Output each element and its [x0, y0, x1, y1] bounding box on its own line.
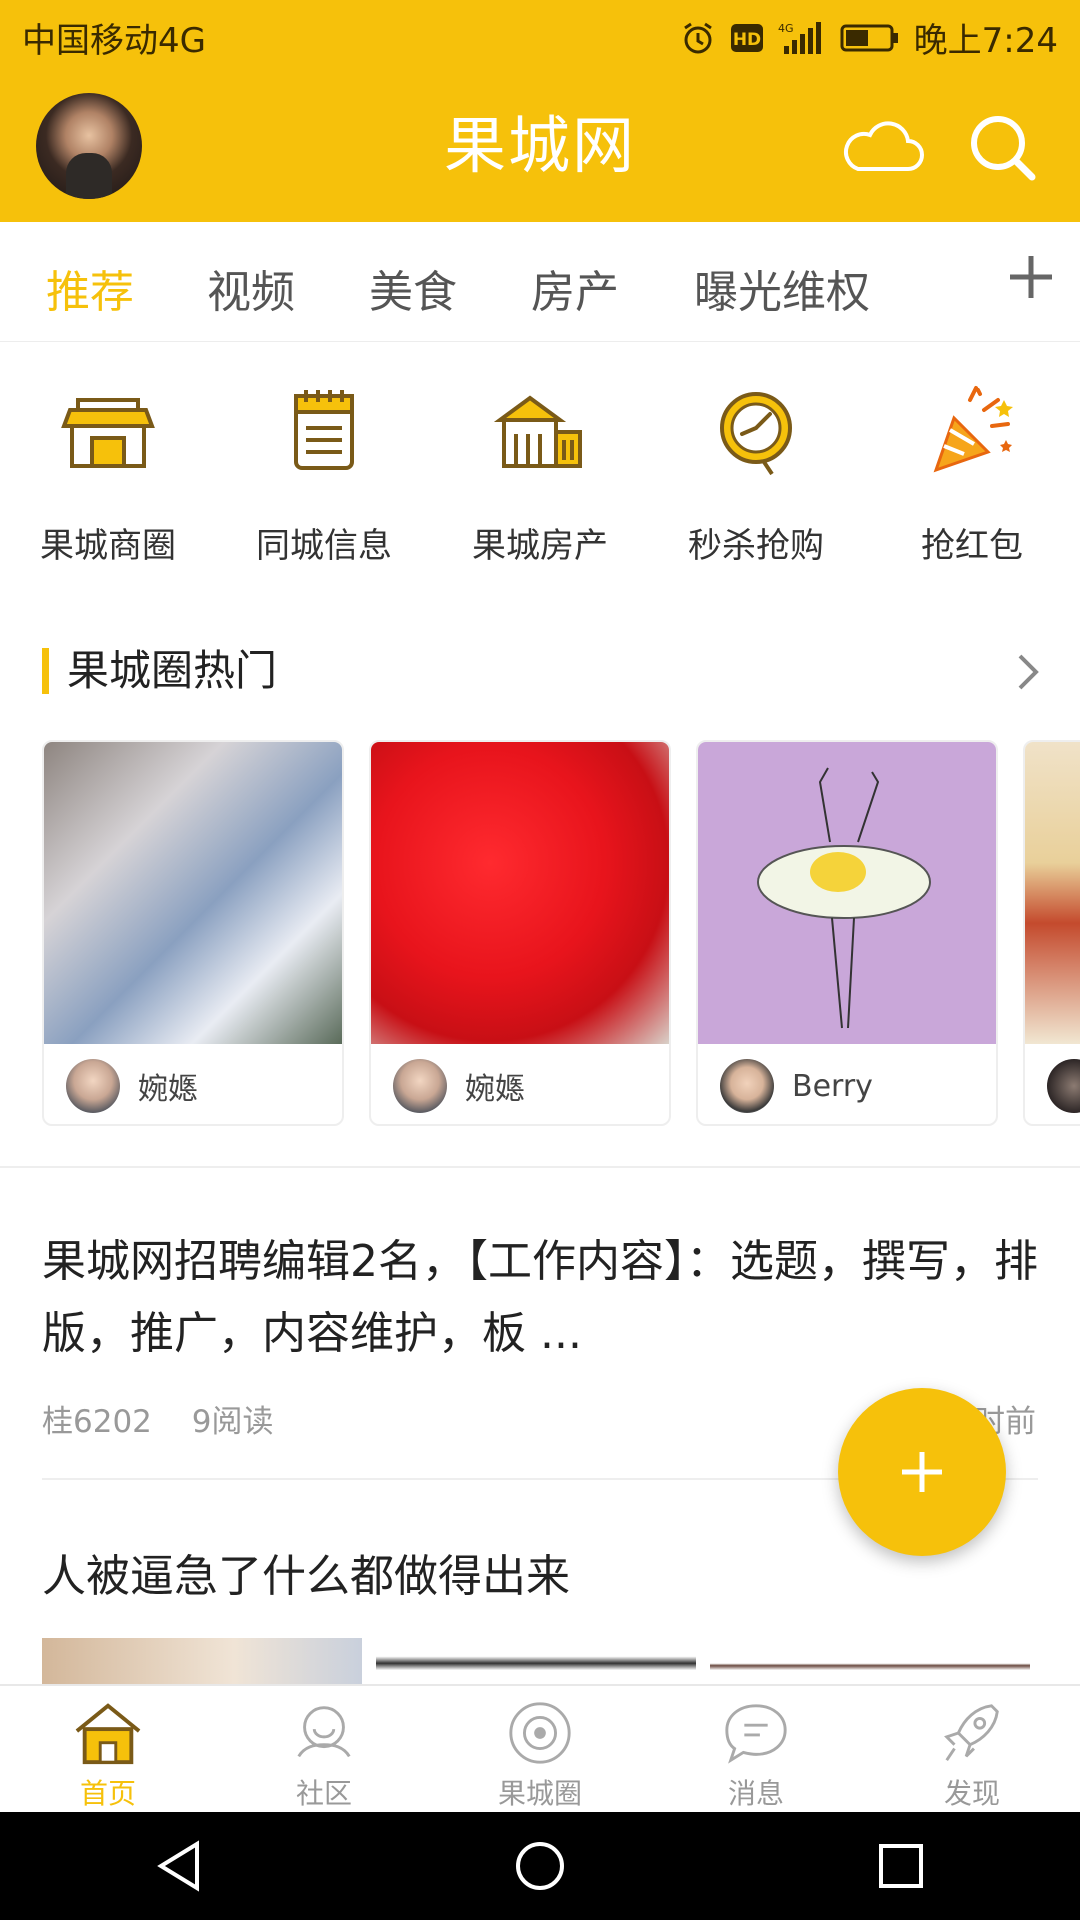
avatar: [1047, 1059, 1080, 1113]
nav-label: 果城圈: [497, 1777, 582, 1810]
hot-cards-carousel[interactable]: 婉嫕 婉嫕 Berry: [42, 740, 1080, 1126]
status-bar: 中国移动4G HD 4G 晚上7:24: [0, 0, 1080, 75]
category-tabs: 推荐 视频 美食 房产 曝光维权: [0, 222, 1080, 342]
nav-label: 发现: [943, 1777, 1000, 1810]
community-icon: [297, 1706, 351, 1758]
card-author: 婉嫕: [138, 1072, 198, 1107]
tab-realestate[interactable]: 房产: [531, 256, 619, 320]
carrier-label: 中国移动4G: [22, 21, 206, 61]
thumbnail: [376, 1638, 696, 1684]
clock-icon: [720, 392, 792, 476]
nav-community[interactable]: 社区: [216, 1686, 432, 1812]
quick-link-label: 果城商圈: [40, 526, 176, 566]
quick-link-label: 果城房产: [472, 526, 608, 566]
building-icon: [493, 395, 582, 468]
quick-link-flash-sale[interactable]: 秒杀抢购: [648, 380, 864, 580]
add-tab-icon[interactable]: [1006, 252, 1056, 302]
home-icon: [75, 1703, 141, 1765]
tab-video[interactable]: 视频: [207, 256, 295, 320]
rocket-icon: [944, 1704, 999, 1762]
nav-label: 消息: [727, 1777, 784, 1810]
post-title[interactable]: 果城网招聘编辑2名，【工作内容】：选题，撰写，排版，推广，内容维护，板 ...: [42, 1226, 1042, 1370]
card-image: [698, 742, 996, 1044]
card-author: 婉嫕: [465, 1072, 525, 1107]
quick-links: 果城商圈 同城信息 果城房产 秒杀抢购 抢红包: [0, 380, 1080, 580]
quick-link-shop[interactable]: 果城商圈: [0, 380, 216, 580]
card-image: [1025, 742, 1080, 1044]
system-nav-bar: [0, 1812, 1080, 1920]
app-header: 果城网: [0, 75, 1080, 222]
plus-icon: [902, 1452, 942, 1492]
circle-icon: [509, 1702, 571, 1764]
hot-card[interactable]: Berry: [696, 740, 998, 1126]
nav-label: 首页: [79, 1777, 136, 1810]
weather-cloud-icon[interactable]: [840, 115, 924, 177]
create-post-button[interactable]: [838, 1388, 1006, 1556]
nav-messages[interactable]: 消息: [648, 1686, 864, 1812]
tab-recommend[interactable]: 推荐: [46, 256, 134, 320]
card-image: [44, 742, 342, 1044]
battery-icon: [840, 23, 900, 53]
hot-card[interactable]: 婉嫕: [42, 740, 344, 1126]
egg-ballerina-illustration: [757, 767, 931, 1029]
post-thumbnails[interactable]: [42, 1638, 1038, 1684]
section-divider: [0, 1166, 1080, 1168]
signal-icon: 4G: [778, 20, 826, 56]
post-author: 桂6202: [42, 1404, 152, 1440]
tab-food[interactable]: 美食: [369, 256, 457, 320]
avatar: [720, 1059, 774, 1113]
quick-link-realestate[interactable]: 果城房产: [432, 380, 648, 580]
nav-home[interactable]: 首页: [0, 1686, 216, 1812]
search-icon[interactable]: [966, 111, 1038, 183]
recents-icon[interactable]: [877, 1842, 925, 1890]
back-icon[interactable]: [155, 1840, 203, 1892]
time-label: 晚上7:24: [913, 21, 1058, 61]
home-button-icon[interactable]: [514, 1840, 566, 1892]
avatar: [66, 1059, 120, 1113]
notepad-icon: [294, 390, 354, 470]
avatar: [393, 1059, 447, 1113]
nav-discover[interactable]: 发现: [864, 1686, 1080, 1812]
hd-icon: HD: [730, 22, 764, 54]
post-meta: 桂6202 9阅读: [42, 1396, 304, 1441]
bottom-nav: 首页 社区 果城圈 消息 发现: [0, 1684, 1080, 1812]
post-title[interactable]: 人被逼急了什么都做得出来: [42, 1540, 570, 1604]
svg-text:4G: 4G: [778, 22, 794, 35]
thumbnail: [710, 1638, 1030, 1684]
shop-icon: [61, 398, 155, 468]
quick-link-label: 秒杀抢购: [688, 526, 824, 566]
quick-link-label: 同城信息: [256, 526, 392, 566]
chevron-right-icon[interactable]: [1014, 650, 1044, 694]
tab-expose-rights[interactable]: 曝光维权: [694, 256, 870, 320]
hot-card[interactable]: [1023, 740, 1080, 1126]
message-icon: [725, 1704, 787, 1764]
card-author: Berry: [792, 1068, 873, 1104]
alarm-icon: [680, 20, 716, 56]
hot-card[interactable]: 婉嫕: [369, 740, 671, 1126]
quick-link-label: 抢红包: [921, 526, 1023, 566]
section-title: 果城圈热门: [42, 648, 277, 694]
thumbnail: [42, 1638, 362, 1684]
quick-link-local-info[interactable]: 同城信息: [216, 380, 432, 580]
post-reads: 9阅读: [191, 1404, 274, 1440]
quick-link-red-packet[interactable]: 抢红包: [864, 380, 1080, 580]
nav-label: 社区: [295, 1777, 352, 1810]
svg-text:HD: HD: [732, 30, 760, 50]
card-image: [371, 742, 669, 1044]
nav-circle[interactable]: 果城圈: [432, 1686, 648, 1812]
party-popper-icon: [933, 386, 1013, 473]
